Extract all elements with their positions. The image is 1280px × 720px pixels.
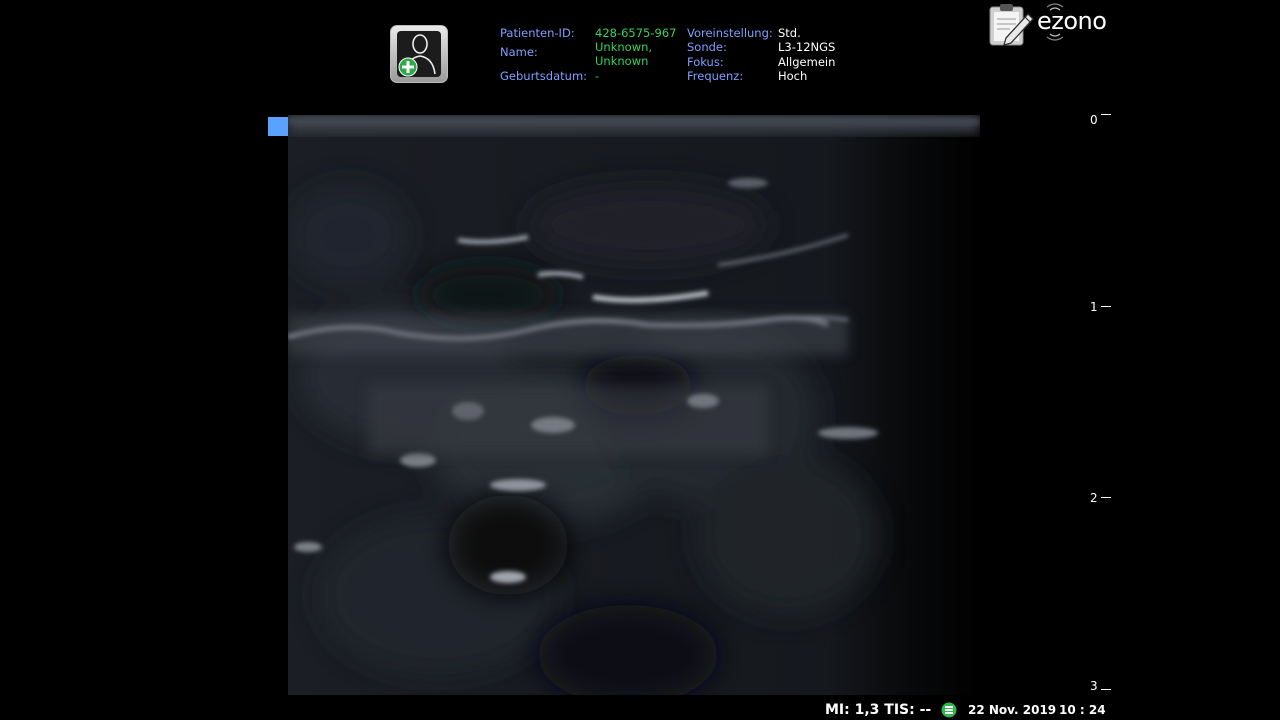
- battery-icon: [941, 702, 957, 718]
- ultrasound-image[interactable]: [288, 115, 980, 695]
- name-label: Name:: [500, 45, 538, 59]
- ezono-logo[interactable]: ezono: [988, 2, 1113, 48]
- preset-label: Voreinstellung:: [687, 26, 773, 40]
- logo-waves: [1046, 3, 1064, 41]
- probe-label: Sonde:: [687, 40, 727, 54]
- date-readout: 22 Nov. 2019: [968, 703, 1057, 717]
- depth-tick-3: 3: [1090, 679, 1111, 693]
- probe-value: L3-12NGS: [778, 40, 836, 54]
- depth-tick-1: 1: [1090, 300, 1111, 314]
- name-value-line1: Unknown,: [595, 40, 653, 54]
- focus-label: Fokus:: [687, 55, 724, 69]
- preset-value: Std.: [778, 26, 801, 40]
- clipboard-pen-icon: [989, 4, 1034, 46]
- time-readout: 10 : 24: [1059, 703, 1106, 717]
- frequency-value: Hoch: [778, 69, 808, 83]
- orientation-marker: [268, 117, 288, 136]
- patient-add-icon: [397, 31, 441, 77]
- frequency-label: Frequenz:: [687, 69, 744, 83]
- patient-id-label: Patienten-ID:: [500, 26, 575, 40]
- depth-tick-0: 0: [1090, 113, 1111, 127]
- patient-button[interactable]: [390, 25, 448, 83]
- patient-id-value: 428-6575-967: [595, 26, 677, 40]
- name-value-line2: Unknown: [595, 54, 649, 68]
- focus-value: Allgemein: [778, 55, 836, 69]
- birthdate-value: -: [595, 69, 600, 83]
- depth-tick-2: 2: [1090, 491, 1111, 505]
- mi-tis-readout: MI: 1,3 TIS: --: [825, 702, 932, 718]
- birthdate-label: Geburtsdatum:: [500, 69, 588, 83]
